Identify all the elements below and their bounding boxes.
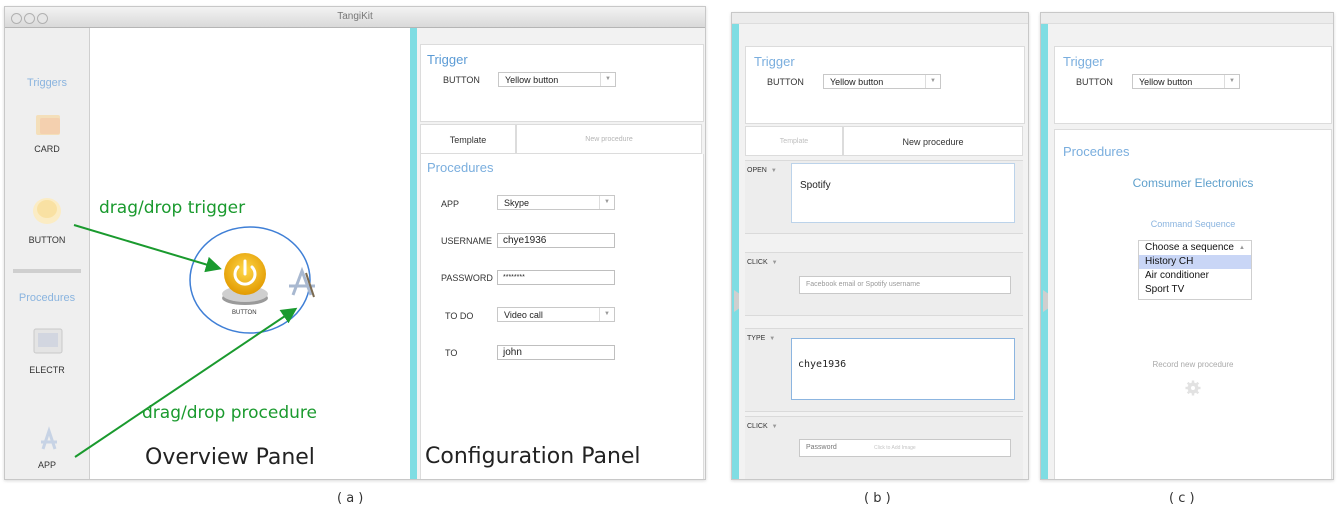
configuration-caption: Configuration Panel	[425, 444, 641, 469]
chevron-down-icon: ▼	[599, 196, 614, 209]
sequence-option-selected[interactable]: History CH	[1139, 255, 1251, 269]
trigger-type-label: BUTTON	[767, 77, 804, 87]
trigger-type-label: BUTTON	[1076, 77, 1113, 87]
caption-a: ( a )	[337, 491, 364, 506]
sequence-option[interactable]: Sport TV	[1139, 283, 1251, 297]
step-click: CLICK ▼ Facebook email or Spotify usernam…	[745, 252, 1023, 316]
configuration-panel: Trigger BUTTON Yellow button ▼ Template …	[417, 28, 705, 479]
trigger-select-value: Yellow button	[1139, 77, 1193, 87]
sequence-listbox[interactable]: Choose a sequence ▲ History CH Air condi…	[1138, 240, 1252, 300]
top-strip	[732, 13, 1028, 24]
tab-template[interactable]: Template	[745, 126, 843, 156]
command-sequence-label: Command Sequence	[1150, 219, 1236, 229]
procedures-box: Procedures Comsumer Electronics Command …	[1054, 129, 1332, 479]
gear-icon[interactable]	[1185, 380, 1201, 396]
trigger-box: Trigger BUTTON Yellow button ▼	[1054, 46, 1332, 124]
config-window-b: Trigger BUTTON Yellow button ▼ Template …	[731, 12, 1029, 480]
todo-select-value: Video call	[504, 310, 543, 320]
chevron-down-icon: ▼	[769, 336, 776, 342]
password-input[interactable]: ********	[497, 270, 615, 285]
overview-panel: BUTTON drag/drop trigger drag/drop proce…	[73, 28, 410, 479]
configuration-panel: Trigger BUTTON Yellow button ▼ Procedure…	[1048, 24, 1333, 479]
password-label: PASSWORD	[441, 273, 493, 283]
username-target-field[interactable]: Facebook email or Spotify username	[799, 276, 1011, 294]
tab-template[interactable]: Template	[420, 124, 516, 154]
type-text-value: chye1936	[798, 359, 847, 370]
record-procedure-label[interactable]: Record new procedure	[1055, 360, 1331, 369]
caption-b: ( b )	[864, 491, 891, 506]
step-tag: CLICK ▼	[747, 423, 778, 430]
window-title: TangiKit	[337, 11, 373, 22]
chevron-up-icon: ▲	[1239, 245, 1245, 251]
trigger-box: Trigger BUTTON Yellow button ▼	[420, 44, 704, 122]
tab-new-procedure[interactable]: New procedure	[516, 124, 702, 154]
app-select-value: Skype	[504, 198, 530, 208]
trigger-select[interactable]: Yellow button ▼	[823, 74, 941, 89]
overview-caption: Overview Panel	[145, 445, 315, 470]
trigger-select-value: Yellow button	[505, 75, 559, 85]
title-bar: TangiKit	[5, 7, 705, 28]
trigger-heading: Trigger	[427, 52, 468, 67]
config-window-c: Trigger BUTTON Yellow button ▼ Procedure…	[1040, 12, 1334, 480]
add-image-hint: Click to Add Image	[874, 445, 916, 451]
procedures-box: Procedures APP Skype ▼ USERNAME chye1936…	[420, 154, 704, 479]
step-type: TYPE ▼ chye1936	[745, 328, 1023, 412]
chevron-down-icon: ▼	[771, 260, 778, 266]
tab-new-procedure[interactable]: New procedure	[843, 126, 1023, 156]
chevron-down-icon: ▼	[599, 308, 614, 321]
todo-select[interactable]: Video call ▼	[497, 307, 615, 322]
to-input[interactable]: john	[497, 345, 615, 360]
todo-label: TO DO	[445, 311, 474, 321]
step-tag: CLICK ▼	[747, 259, 778, 266]
chevron-down-icon: ▼	[1224, 75, 1239, 88]
procedures-heading: Procedures	[1063, 144, 1130, 159]
config-accent-bar	[1041, 24, 1048, 479]
category-title: Comsumer Electronics	[1132, 176, 1254, 190]
app-select[interactable]: Skype ▼	[497, 195, 615, 210]
config-accent-bar	[410, 28, 417, 479]
type-text-field[interactable]: chye1936	[791, 338, 1015, 400]
sequence-option[interactable]: Choose a sequence ▲	[1139, 241, 1251, 255]
username-input[interactable]: chye1936	[497, 233, 615, 248]
chevron-down-icon: ▼	[771, 424, 778, 430]
step-click: CLICK ▼ Password Click to Add Image	[745, 416, 1023, 479]
procedures-heading: Procedures	[427, 160, 494, 175]
chevron-down-icon: ▼	[925, 75, 940, 88]
caption-c: ( c )	[1169, 491, 1195, 506]
step-tag: TYPE ▼	[747, 335, 776, 342]
config-accent-bar	[732, 24, 739, 479]
chevron-down-icon: ▼	[770, 168, 777, 174]
trigger-select-value: Yellow button	[830, 77, 884, 87]
open-app-field[interactable]: Spotify	[791, 163, 1015, 223]
chevron-down-icon: ▼	[600, 73, 615, 86]
password-target-field[interactable]: Password Click to Add Image	[799, 439, 1011, 457]
step-open: OPEN ▼ Spotify	[745, 160, 1023, 234]
top-strip	[1041, 13, 1333, 24]
trigger-type-label: BUTTON	[443, 75, 480, 85]
password-target-placeholder: Password	[806, 444, 837, 451]
sequence-option[interactable]: Air conditioner	[1139, 269, 1251, 283]
app-label: APP	[441, 199, 460, 209]
trigger-heading: Trigger	[754, 54, 795, 69]
trigger-select[interactable]: Yellow button ▼	[498, 72, 616, 87]
configuration-panel: Trigger BUTTON Yellow button ▼ Template …	[739, 24, 1028, 479]
step-tag: OPEN ▼	[747, 167, 777, 174]
username-target-placeholder: Facebook email or Spotify username	[806, 281, 920, 288]
to-label: TO	[445, 348, 458, 358]
trigger-heading: Trigger	[1063, 54, 1104, 69]
username-label: USERNAME	[441, 236, 493, 246]
open-app-value: Spotify	[800, 180, 831, 191]
trigger-box: Trigger BUTTON Yellow button ▼	[745, 46, 1025, 124]
trigger-select[interactable]: Yellow button ▼	[1132, 74, 1240, 89]
tangikit-window: TangiKit Triggers CARD BUTTON Procedures	[4, 6, 706, 480]
drag-arrows	[73, 224, 298, 458]
